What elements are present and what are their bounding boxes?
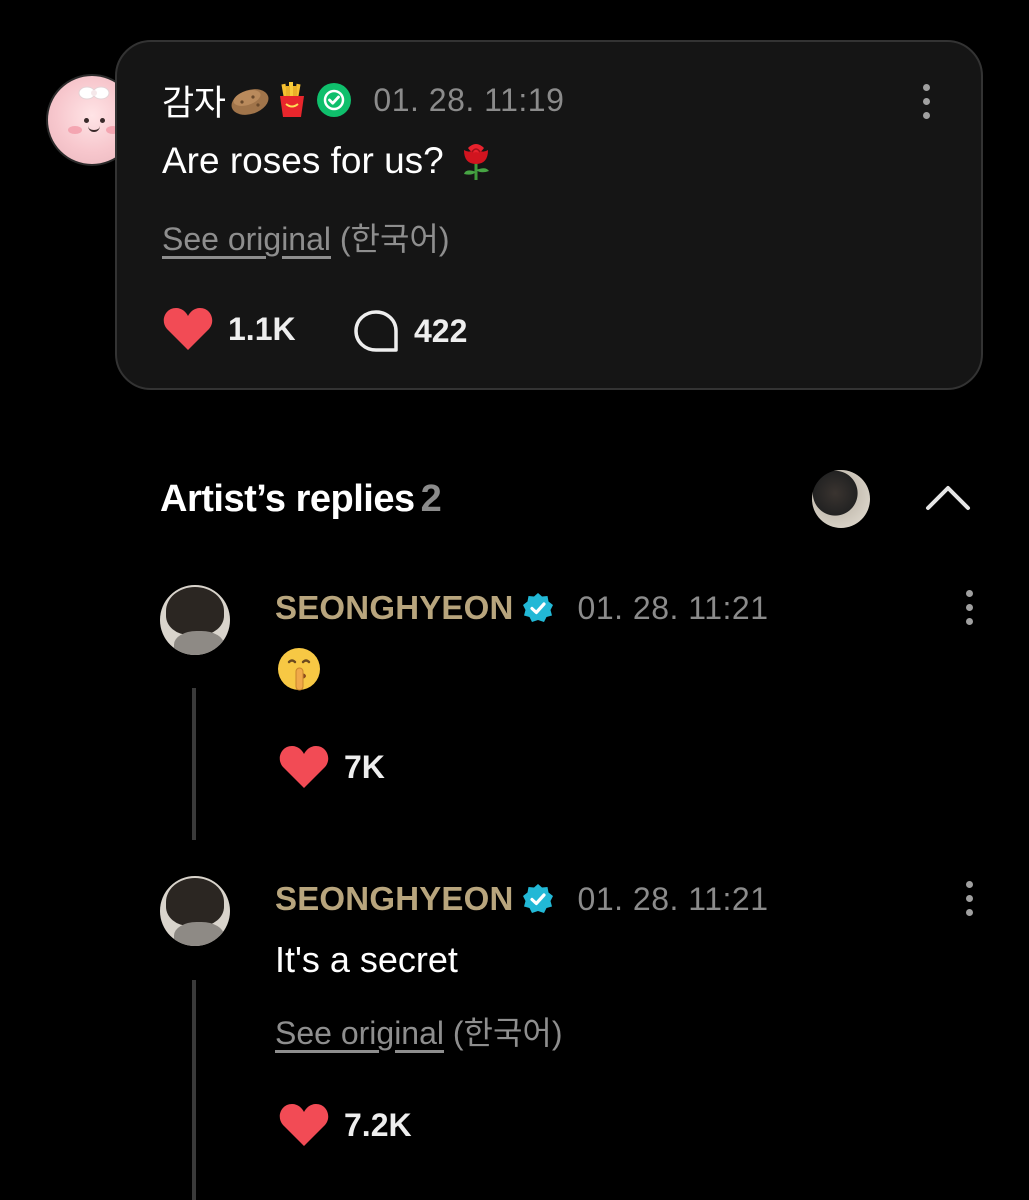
reply-like-count: 7K [344,748,385,785]
thread-line [192,980,196,1200]
rose-emoji-icon [463,144,489,180]
bow-icon [78,86,110,100]
post-like-stat[interactable]: 1.1K [162,306,296,352]
artist-replies-count: 2 [420,478,442,520]
avatar-eye [84,118,89,123]
avatar-eye [100,118,105,123]
reply-text: It's a secret [275,939,458,980]
post-see-original: See original (한국어) [162,214,450,260]
post-comment-stat[interactable]: 422 [352,308,467,354]
heart-icon[interactable] [278,1102,330,1148]
artist-avatar-thumbnail[interactable] [812,470,870,528]
post-text-content: Are roses for us? [162,140,444,181]
reply-like-count: 7.2K [344,1106,412,1143]
artist-avatar[interactable] [160,585,230,655]
french-fries-icon [280,82,305,117]
reply-timestamp: 01. 28. 11:21 [577,880,769,917]
post-timestamp: 01. 28. 11:19 [373,81,565,118]
verified-check-icon [522,593,553,622]
reply-like-stat[interactable]: 7K [278,744,385,790]
artist-replies-heading: Artist’s replies 2 [160,478,442,521]
fan-post-card[interactable]: 감자 01. 28. 11:19 Are roses for us? See o… [115,40,983,390]
artist-replies-screen: 감자 01. 28. 11:19 Are roses for us? See o… [0,0,1029,1200]
post-author-name[interactable]: 감자 [162,75,226,126]
artist-avatar[interactable] [160,876,230,946]
potato-emoji-icon [231,89,269,115]
post-comment-count: 422 [414,312,468,349]
heart-icon[interactable] [278,744,330,790]
post-header: 감자 01. 28. 11:19 [162,80,565,123]
reply-more-options-icon[interactable] [964,881,974,917]
artist-replies-title: Artist’s replies [160,478,415,520]
verified-badge-icon [317,83,352,117]
reply-author-name[interactable]: SEONGHYEON [275,880,514,918]
reply-header: SEONGHYEON 01. 28. 11:21 [275,588,769,628]
heart-icon[interactable] [162,306,214,352]
comment-bubble-icon[interactable] [352,308,400,354]
post-text: Are roses for us? [162,140,494,182]
reply-like-stat[interactable]: 7.2K [278,1102,412,1148]
avatar-shoulder [174,631,224,655]
avatar-hair [166,587,224,635]
post-like-count: 1.1K [228,310,296,347]
original-language-label: (한국어) [339,221,450,257]
reply-author-name[interactable]: SEONGHYEON [275,589,514,627]
avatar-hair [166,878,224,926]
see-original-link[interactable]: See original [162,221,331,257]
avatar-mouth [88,126,100,132]
original-language-label: (한국어) [452,1015,563,1051]
thread-line [192,688,196,840]
chevron-up-icon[interactable] [925,482,971,512]
reply-header: SEONGHYEON 01. 28. 11:21 [275,879,769,919]
shushing-face-emoji-icon [278,648,320,691]
reply-see-original: See original (한국어) [275,1008,563,1054]
reply-timestamp: 01. 28. 11:21 [577,589,769,626]
avatar-blush [68,126,82,134]
post-more-options-icon[interactable] [921,84,931,120]
see-original-link[interactable]: See original [275,1015,444,1051]
avatar-shoulder [174,922,224,946]
reply-more-options-icon[interactable] [964,590,974,626]
verified-check-icon [522,884,553,913]
